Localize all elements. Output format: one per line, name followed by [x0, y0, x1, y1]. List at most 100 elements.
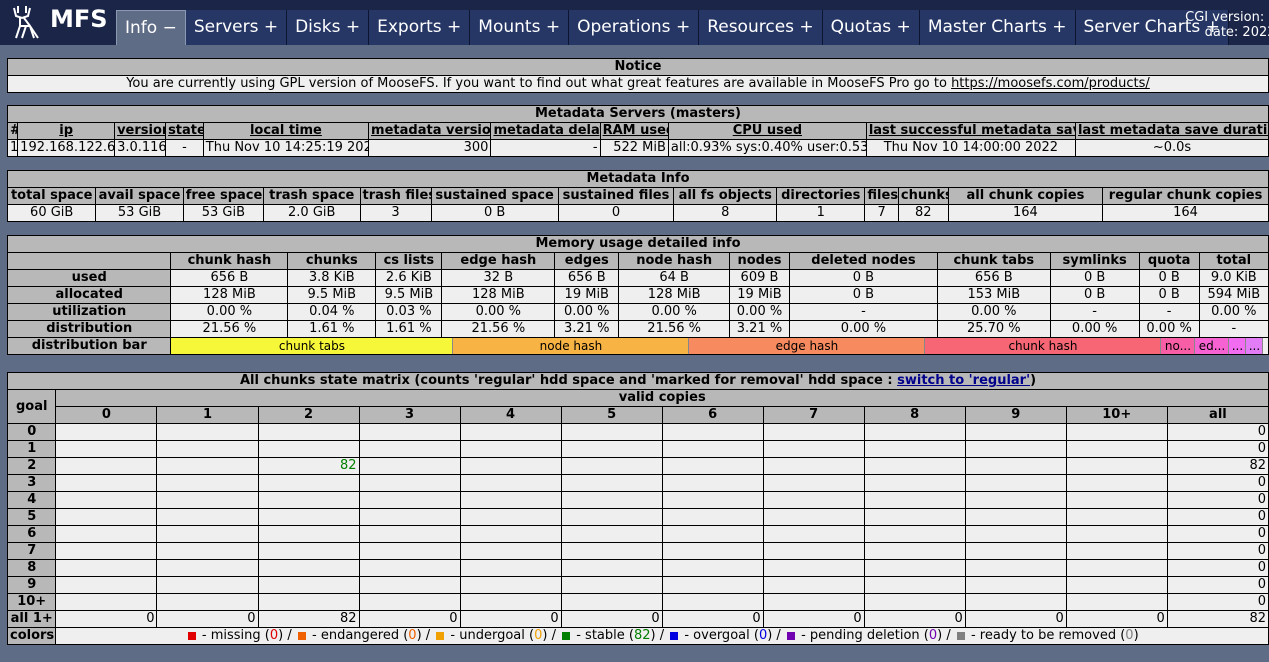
matrix-cell [56, 577, 157, 593]
legend-text: - stable ( [572, 628, 634, 643]
matrix-cell [359, 441, 460, 457]
metadata-servers-table: Metadata Servers (masters) #ipversionsta… [7, 105, 1269, 157]
valid-copies-col-header: 4 [460, 407, 561, 423]
memory-cell: 153 MiB [937, 287, 1050, 303]
masters-col-header[interactable]: CPU used [668, 123, 866, 139]
legend-separator: ) / [542, 628, 561, 643]
matrix-cell [662, 543, 763, 559]
metainfo-col-header: total space [8, 188, 96, 204]
memory-col-header: cs lists [376, 253, 442, 269]
masters-cell: 3.0.116 [115, 140, 166, 156]
matrix-cell [763, 594, 864, 610]
memory-cell: 0.00 % [442, 304, 555, 320]
masters-col-header[interactable]: state [166, 123, 203, 139]
memory-row-label: used [8, 270, 171, 286]
distribution-bar-segment: ... [1229, 338, 1247, 354]
tab-resources[interactable]: Resources + [699, 10, 823, 45]
tab-master-charts[interactable]: Master Charts + [919, 10, 1076, 45]
matrix-cell [157, 509, 258, 525]
matrix-cell [662, 526, 763, 542]
moosefs-products-link[interactable]: https://moosefs.com/products/ [951, 76, 1150, 91]
matrix-cell [359, 458, 460, 474]
matrix-cell [157, 543, 258, 559]
matrix-cell [56, 492, 157, 508]
matrix-cell [359, 560, 460, 576]
legend-separator: ) [1133, 628, 1139, 643]
matrix-cell: 82 [1167, 611, 1268, 627]
masters-col-header[interactable]: version [115, 123, 166, 139]
matrix-cell [965, 526, 1066, 542]
matrix-cell [763, 475, 864, 491]
metainfo-cell: 8 [674, 205, 777, 221]
matrix-cell [157, 577, 258, 593]
matrix-cell [864, 475, 965, 491]
matrix-cell [359, 577, 460, 593]
masters-col-header[interactable]: local time [203, 123, 369, 139]
masters-cell: 1 [8, 140, 18, 156]
matrix-cell [864, 526, 965, 542]
matrix-cell [157, 475, 258, 491]
matrix-cell [157, 441, 258, 457]
matrix-cell: 0 [359, 611, 460, 627]
memory-cell: 3.21 % [730, 321, 789, 337]
memory-cell: 609 B [730, 270, 789, 286]
tab-operations[interactable]: Operations + [569, 10, 700, 45]
memory-row-distribution: distribution 21.56 % 1.61 % 1.61 % 21.56 % 3.… [8, 321, 1268, 337]
memory-cell: 64 B [619, 270, 729, 286]
tab-quotas[interactable]: Quotas + [822, 10, 920, 45]
memory-cell: 656 B [937, 270, 1050, 286]
masters-col-header[interactable]: last metadata save duration [1075, 123, 1268, 139]
memory-col-header: edge hash [442, 253, 555, 269]
matrix-cell [56, 594, 157, 610]
matrix-cell [258, 543, 359, 559]
masters-title: Metadata Servers (masters) [8, 106, 1268, 122]
masters-col-header[interactable]: ip [18, 123, 115, 139]
matrix-row: 50 [8, 509, 1268, 525]
masters-col-header[interactable]: metadata delay [491, 123, 600, 139]
matrix-goal-label: 8 [8, 560, 56, 576]
matrix-cell [561, 509, 662, 525]
matrix-cell: 0 [1167, 560, 1268, 576]
tab-info[interactable]: Info − [116, 10, 186, 45]
matrix-goal-label: 4 [8, 492, 56, 508]
masters-col-header[interactable]: RAM used [600, 123, 668, 139]
masters-col-header[interactable]: last successful metadata save [866, 123, 1075, 139]
legend-color-swatch [297, 631, 306, 640]
matrix-cell [864, 577, 965, 593]
matrix-cell: 0 [864, 611, 965, 627]
matrix-cell [965, 509, 1066, 525]
matrix-goal-label: all 1+ [8, 611, 56, 627]
matrix-cell [359, 594, 460, 610]
switch-to-regular-link[interactable]: switch to 'regular' [897, 373, 1030, 388]
tab-servers[interactable]: Servers + [185, 10, 288, 45]
matrix-cell [561, 475, 662, 491]
matrix-cell [460, 492, 561, 508]
valid-copies-col-header: 10+ [1066, 407, 1167, 423]
matrix-goal-label: 5 [8, 509, 56, 525]
valid-copies-col-header: 0 [56, 407, 157, 423]
memory-cell: 0.00 % [171, 304, 288, 320]
memory-cell: 0.00 % [1050, 321, 1139, 337]
matrix-cell [1066, 577, 1167, 593]
masters-col-header[interactable]: metadata version [369, 123, 491, 139]
memory-title: Memory usage detailed info [8, 236, 1268, 252]
matrix-goal-label: 7 [8, 543, 56, 559]
matrix-row: 70 [8, 543, 1268, 559]
tab-mounts[interactable]: Mounts + [470, 10, 570, 45]
valid-copies-col-header: 5 [561, 407, 662, 423]
matrix-cell [1066, 475, 1167, 491]
matrix-cell [56, 543, 157, 559]
memory-cell: 0 B [1050, 287, 1139, 303]
matrix-cell [460, 577, 561, 593]
tab-disks[interactable]: Disks + [287, 10, 370, 45]
matrix-cell [965, 594, 1066, 610]
matrix-cell [1066, 526, 1167, 542]
matrix-cell [1066, 441, 1167, 457]
matrix-cell [460, 441, 561, 457]
matrix-cell [864, 509, 965, 525]
valid-copies-col-header: 8 [864, 407, 965, 423]
metainfo-cell: 3 [360, 205, 431, 221]
tab-exports[interactable]: Exports + [369, 10, 471, 45]
matrix-row: 2 82 82 [8, 458, 1268, 474]
matrix-title-end: ) [1030, 373, 1037, 388]
